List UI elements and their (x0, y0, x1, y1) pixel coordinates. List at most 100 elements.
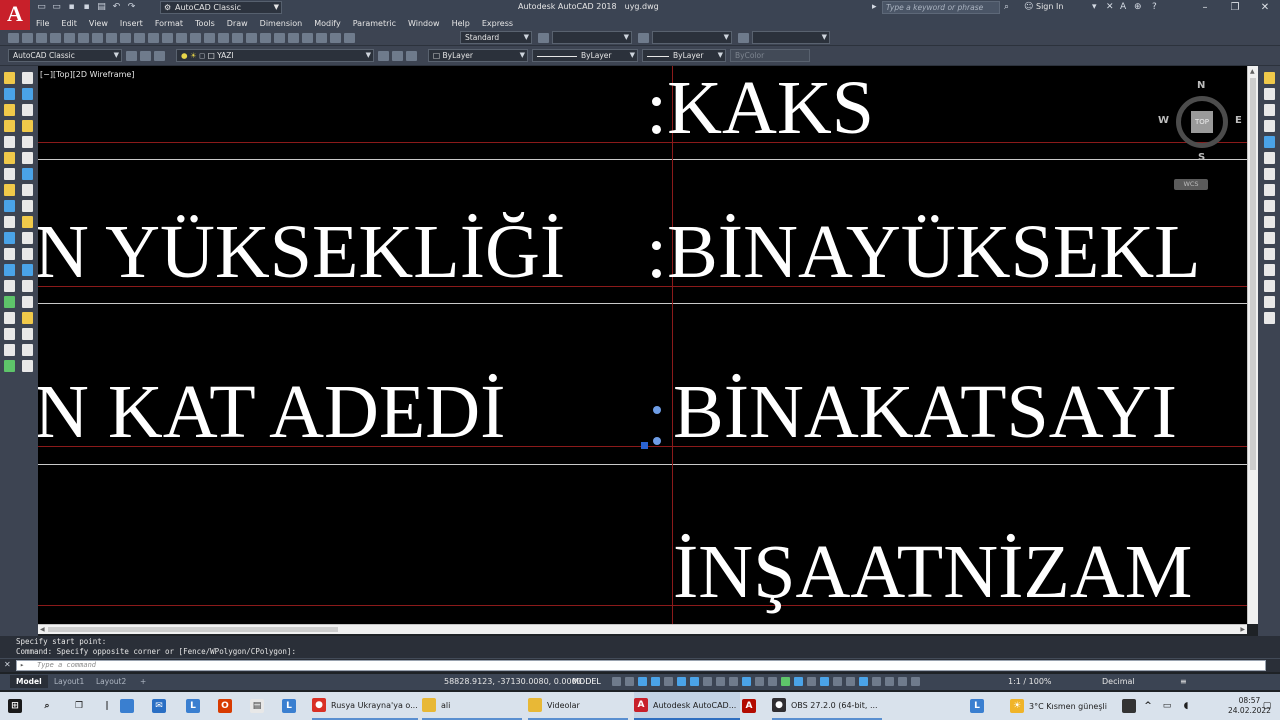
quick-properties-icon[interactable] (872, 677, 881, 686)
linetype-dropdown[interactable]: ByLayer ▼ (532, 49, 638, 62)
undo-icon[interactable]: ↶ (111, 2, 122, 13)
visual-style-icon[interactable] (1264, 152, 1275, 164)
menu-draw[interactable]: Draw (221, 19, 254, 28)
extrude-icon[interactable] (1264, 232, 1275, 244)
camera-icon[interactable] (1264, 104, 1275, 116)
text-style-icon[interactable] (344, 33, 355, 43)
cad-text-insaat-nizam[interactable]: İNŞAATNİZAM (673, 534, 1192, 610)
auto-scale-icon[interactable] (807, 677, 816, 686)
pan-icon[interactable] (190, 33, 201, 43)
customize-icon[interactable] (140, 51, 151, 61)
cad-text-kat-adedi-label[interactable]: N KAT ADEDİ (38, 374, 505, 450)
zoom-previous-icon[interactable] (232, 33, 243, 43)
mirror-icon[interactable] (22, 104, 33, 116)
polygon-icon[interactable] (4, 120, 15, 132)
revolve-icon[interactable] (1264, 248, 1275, 260)
search-input[interactable]: Type a keyword or phrase (882, 1, 1000, 14)
layer-dropdown[interactable]: ● ☀ ◻ □ YAZI ▼ (176, 49, 374, 62)
polyline-icon[interactable] (4, 104, 15, 116)
array-icon[interactable] (22, 136, 33, 148)
spline-icon[interactable] (4, 200, 15, 212)
taskbar-obs[interactable]: ● OBS 27.2.0 (64-bit, ... (772, 692, 882, 720)
horizontal-scrollbar[interactable]: ◀ ▶ (38, 624, 1247, 634)
connect-icon[interactable]: ⊕ (1134, 2, 1142, 13)
walk-icon[interactable] (1264, 88, 1275, 100)
menu-insert[interactable]: Insert (114, 19, 149, 28)
make-current-icon[interactable] (378, 51, 389, 61)
network-icon[interactable]: ▭ (1160, 699, 1174, 713)
snap-icon[interactable] (625, 677, 634, 686)
pinned-app-icon[interactable]: L (186, 692, 205, 720)
color-dropdown[interactable]: □ ByLayer ▼ (428, 49, 528, 62)
annotation-monitor-icon[interactable] (846, 677, 855, 686)
solid-icon[interactable] (1264, 216, 1275, 228)
annotation-visibility-icon[interactable] (794, 677, 803, 686)
explode-icon[interactable] (22, 312, 33, 324)
object-snap-icon[interactable] (690, 677, 699, 686)
dim-style-dropdown[interactable]: ▼ (552, 31, 632, 44)
annotation-scale-icon[interactable] (820, 677, 829, 686)
search-icon[interactable]: ⌕ (40, 692, 59, 720)
markup-icon[interactable] (302, 33, 313, 43)
make-block-icon[interactable] (4, 264, 15, 276)
horizontal-scroll-thumb[interactable] (48, 627, 338, 632)
selection-filter-icon[interactable] (768, 677, 777, 686)
viewport-controls[interactable]: [−][Top][2D Wireframe] (40, 70, 134, 79)
redo-icon[interactable]: ↷ (126, 2, 137, 13)
graphics-performance-icon[interactable] (911, 677, 920, 686)
join-icon[interactable] (22, 264, 33, 276)
table-style-dropdown[interactable]: ▼ (652, 31, 732, 44)
taskbar-folder-ali[interactable]: ali (422, 692, 522, 720)
app-menu-button[interactable]: A (0, 0, 30, 30)
sign-in-button[interactable]: Sign In (1036, 2, 1063, 11)
cad-text-kaks[interactable]: :KAKS (646, 70, 874, 146)
taskbar-autocad[interactable]: A Autodesk AutoCAD... (634, 692, 740, 720)
office-icon[interactable]: O (218, 692, 237, 720)
menu-express[interactable]: Express (476, 19, 519, 28)
circle-icon[interactable] (4, 168, 15, 180)
table-style-icon[interactable] (638, 33, 649, 43)
menu-dimension[interactable]: Dimension (254, 19, 309, 28)
revision-cloud-icon[interactable] (4, 184, 15, 196)
gear-icon[interactable] (126, 51, 137, 61)
store-icon[interactable] (120, 692, 139, 720)
coordinate-readout[interactable]: 58828.9123, -37130.0080, 0.0000 (444, 677, 582, 686)
compass-north[interactable]: N (1197, 80, 1205, 91)
command-input[interactable]: ▸ Type a command (16, 660, 1266, 671)
sheet-set-icon[interactable] (288, 33, 299, 43)
polar-icon[interactable] (651, 677, 660, 686)
list-icon[interactable] (22, 360, 33, 372)
scroll-left-icon[interactable]: ◀ (40, 626, 45, 633)
menu-window[interactable]: Window (402, 19, 446, 28)
tab-layout2[interactable]: Layout2 (90, 675, 132, 688)
open-icon[interactable]: ▭ (51, 2, 62, 13)
search-expand-icon[interactable]: ▸ (872, 2, 877, 13)
redo-icon[interactable] (176, 33, 187, 43)
trim-icon[interactable] (22, 216, 33, 228)
publish-icon[interactable] (78, 33, 89, 43)
binoculars-icon[interactable]: ⌕ (1004, 2, 1009, 13)
menu-parametric[interactable]: Parametric (347, 19, 402, 28)
vertical-scroll-thumb[interactable] (1250, 78, 1256, 470)
plot-icon[interactable]: ▤ (96, 2, 107, 13)
mail-icon[interactable]: ✉ (152, 692, 171, 720)
paste-icon[interactable] (120, 33, 131, 43)
annotation-scale-value[interactable]: 1:1 / 100% (1008, 677, 1052, 686)
table-icon[interactable] (4, 344, 15, 356)
cad-text-bina-yukseklik[interactable]: :BİNAYÜKSEKL (646, 214, 1201, 290)
save-as-icon[interactable]: ▪ (81, 2, 92, 13)
block-icon[interactable] (148, 33, 159, 43)
cut-icon[interactable] (92, 33, 103, 43)
tray-app-icon[interactable] (1122, 699, 1136, 713)
gradient-icon[interactable] (4, 312, 15, 324)
intersect-icon[interactable] (1264, 296, 1275, 308)
viewcube[interactable]: TOP N S E W (1158, 80, 1242, 163)
workspace-switch-icon[interactable] (833, 677, 842, 686)
hatch-icon[interactable] (4, 296, 15, 308)
layer-properties-icon[interactable] (154, 51, 165, 61)
user-icon[interactable]: ☺ (1024, 2, 1033, 13)
section-icon[interactable] (1264, 312, 1275, 324)
wrench-icon[interactable]: ✕ (4, 660, 11, 669)
restore-icon[interactable]: ❐ (1220, 0, 1250, 16)
save-icon[interactable]: ▪ (66, 2, 77, 13)
